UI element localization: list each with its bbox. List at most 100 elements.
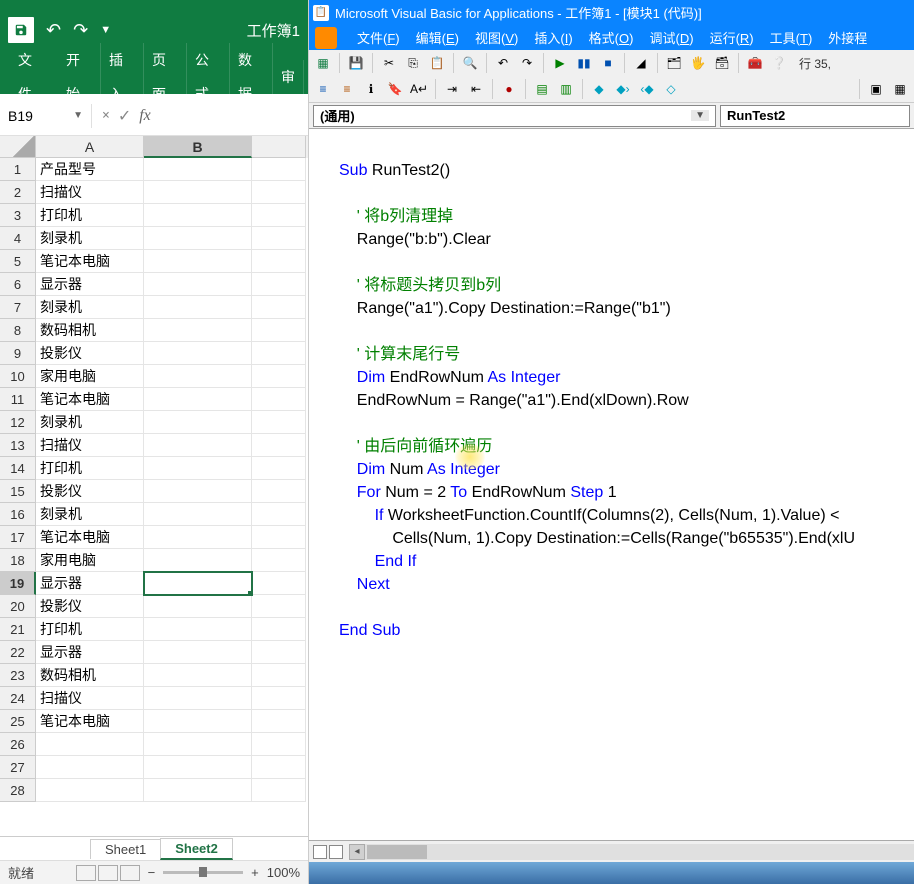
row-header[interactable]: 14: [0, 457, 36, 480]
cell[interactable]: [144, 480, 252, 503]
zoom-in-icon[interactable]: +: [251, 865, 259, 880]
row-header[interactable]: 16: [0, 503, 36, 526]
cell[interactable]: [144, 595, 252, 618]
cell[interactable]: [144, 434, 252, 457]
cell[interactable]: [252, 411, 306, 434]
cell[interactable]: 刻录机: [36, 411, 144, 434]
menu-外接程[interactable]: 外接程: [828, 28, 867, 47]
row-header[interactable]: 2: [0, 181, 36, 204]
row-header[interactable]: 18: [0, 549, 36, 572]
procedure-view-icon[interactable]: [313, 845, 327, 859]
cell[interactable]: 投影仪: [36, 595, 144, 618]
cell[interactable]: [144, 572, 252, 595]
row-header[interactable]: 23: [0, 664, 36, 687]
enter-icon[interactable]: ✓: [118, 106, 131, 126]
cell[interactable]: [252, 480, 306, 503]
cell[interactable]: [252, 572, 306, 595]
outdent-icon[interactable]: ⇤: [466, 79, 486, 99]
cell[interactable]: 打印机: [36, 204, 144, 227]
row-header[interactable]: 26: [0, 733, 36, 756]
complete-word-icon[interactable]: A↵: [409, 79, 429, 99]
cell[interactable]: 家用电脑: [36, 365, 144, 388]
row-header[interactable]: 22: [0, 641, 36, 664]
select-all-corner[interactable]: [0, 136, 36, 158]
cell[interactable]: 扫描仪: [36, 434, 144, 457]
vba-doc-icon[interactable]: [315, 27, 337, 49]
cell[interactable]: 刻录机: [36, 227, 144, 250]
cell[interactable]: [252, 687, 306, 710]
row-header[interactable]: 6: [0, 273, 36, 296]
cell[interactable]: [252, 595, 306, 618]
cell[interactable]: [144, 733, 252, 756]
project-explorer-icon[interactable]: 🗂: [664, 53, 684, 73]
horizontal-scrollbar[interactable]: ◂: [349, 844, 914, 860]
cell[interactable]: 家用电脑: [36, 549, 144, 572]
cell[interactable]: [144, 319, 252, 342]
cell[interactable]: 显示器: [36, 273, 144, 296]
object-dropdown[interactable]: (通用) ▼: [313, 105, 716, 127]
design-mode-icon[interactable]: ◢: [631, 53, 651, 73]
parameter-info-icon[interactable]: 🔖: [385, 79, 405, 99]
cell[interactable]: [252, 273, 306, 296]
row-header[interactable]: 20: [0, 595, 36, 618]
cell[interactable]: [144, 158, 252, 181]
sheet-tab-2[interactable]: Sheet2: [160, 838, 233, 860]
cell[interactable]: [144, 779, 252, 802]
bookmark-toggle-icon[interactable]: ◆: [589, 79, 609, 99]
cell[interactable]: 数码相机: [36, 319, 144, 342]
cell[interactable]: [252, 641, 306, 664]
cell[interactable]: [144, 641, 252, 664]
cell[interactable]: [252, 158, 306, 181]
cell[interactable]: [144, 250, 252, 273]
tb-icon-misc1[interactable]: ▣: [866, 79, 886, 99]
sheet-tab-1[interactable]: Sheet1: [90, 839, 161, 859]
cell[interactable]: [252, 503, 306, 526]
zoom-out-icon[interactable]: −: [148, 865, 156, 880]
cell[interactable]: 笔记本电脑: [36, 710, 144, 733]
undo-icon[interactable]: ↶: [46, 20, 61, 41]
cell[interactable]: [252, 664, 306, 687]
clear-bookmarks-icon[interactable]: ◇: [661, 79, 681, 99]
cell[interactable]: [252, 710, 306, 733]
row-header[interactable]: 1: [0, 158, 36, 181]
undo-icon[interactable]: ↶: [493, 53, 513, 73]
breakpoint-icon[interactable]: ●: [499, 79, 519, 99]
copy-icon[interactable]: ⎘: [403, 53, 423, 73]
menu-视图[interactable]: 视图(V): [475, 28, 518, 47]
cell[interactable]: [252, 549, 306, 572]
cell[interactable]: [252, 756, 306, 779]
prev-bookmark-icon[interactable]: ‹◆: [637, 79, 657, 99]
cell[interactable]: 笔记本电脑: [36, 250, 144, 273]
menu-插入[interactable]: 插入(I): [534, 28, 572, 47]
row-header[interactable]: 27: [0, 756, 36, 779]
cell[interactable]: [252, 319, 306, 342]
menu-文件[interactable]: 文件(F): [357, 28, 400, 47]
cell[interactable]: [252, 779, 306, 802]
menu-工具[interactable]: 工具(T): [770, 28, 813, 47]
cell[interactable]: 投影仪: [36, 480, 144, 503]
cell[interactable]: [36, 733, 144, 756]
row-header[interactable]: 21: [0, 618, 36, 641]
row-header[interactable]: 5: [0, 250, 36, 273]
cell[interactable]: 扫描仪: [36, 687, 144, 710]
cell[interactable]: 笔记本电脑: [36, 526, 144, 549]
page-break-view-icon[interactable]: [120, 865, 140, 881]
row-header[interactable]: 19: [0, 572, 36, 595]
cell[interactable]: 笔记本电脑: [36, 388, 144, 411]
paste-icon[interactable]: 📋: [427, 53, 447, 73]
cell[interactable]: [144, 181, 252, 204]
excel-icon[interactable]: ▦: [313, 53, 333, 73]
comment-block-icon[interactable]: ▤: [532, 79, 552, 99]
cell[interactable]: [252, 342, 306, 365]
cell[interactable]: [144, 756, 252, 779]
row-header[interactable]: 17: [0, 526, 36, 549]
cell[interactable]: 显示器: [36, 641, 144, 664]
properties-icon[interactable]: 🖐: [688, 53, 708, 73]
row-header[interactable]: 3: [0, 204, 36, 227]
uncomment-block-icon[interactable]: ▥: [556, 79, 576, 99]
menu-编辑[interactable]: 编辑(E): [416, 28, 459, 47]
menu-格式[interactable]: 格式(O): [589, 28, 634, 47]
cell[interactable]: 显示器: [36, 572, 144, 595]
row-header[interactable]: 11: [0, 388, 36, 411]
cell[interactable]: [144, 687, 252, 710]
